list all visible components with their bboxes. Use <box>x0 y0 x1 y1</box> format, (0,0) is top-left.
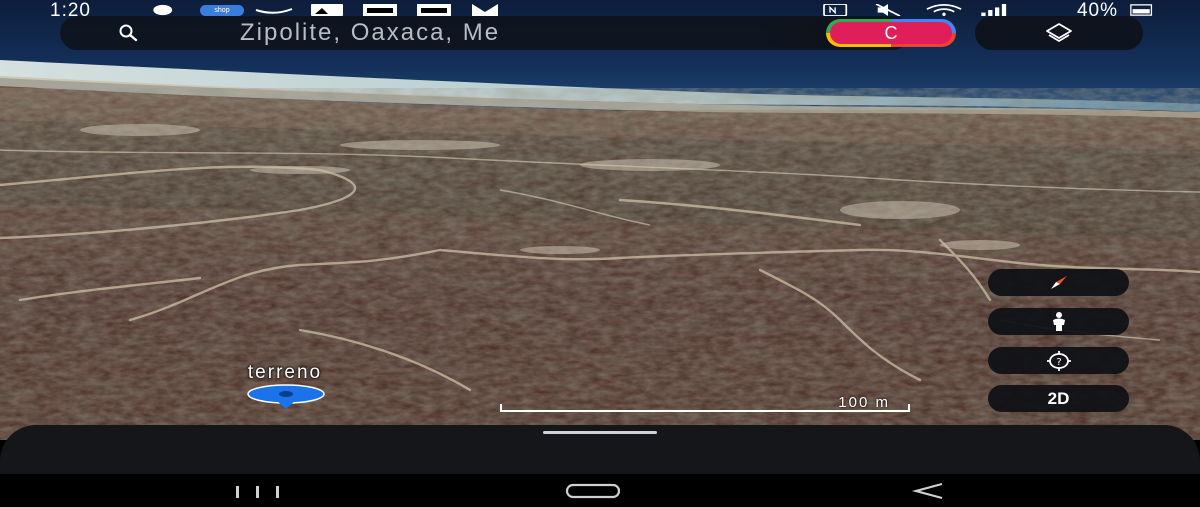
sheet-drag-handle[interactable] <box>543 431 657 434</box>
search-fade <box>760 18 830 48</box>
compass-icon <box>1051 276 1067 289</box>
scale-bar: 100 m <box>500 394 930 420</box>
pegman-icon <box>1053 312 1065 331</box>
map-pin-icon[interactable] <box>246 384 326 410</box>
calendar-notification-icon <box>363 4 397 16</box>
svg-text:?: ? <box>1056 357 1061 368</box>
wifi-icon <box>926 4 962 16</box>
compass-button[interactable] <box>988 269 1129 296</box>
calendar-notification-icon <box>417 4 451 16</box>
cell-signal-icon <box>981 4 1007 16</box>
status-time: 1:20 <box>50 0 91 21</box>
street-view-button[interactable] <box>988 308 1129 335</box>
account-avatar[interactable]: C <box>826 19 956 47</box>
shop-notification-icon: shop <box>200 5 244 16</box>
google-earth-screen: 1:20 shop 40% Zipolite, Oaxaca, Me C ter… <box>0 0 1200 507</box>
layers-icon <box>1046 23 1072 42</box>
chat-notification-icon <box>153 4 173 16</box>
my-location-icon: ? <box>1047 351 1071 371</box>
gallery-notification-icon <box>311 4 343 16</box>
battery-percentage: 40% <box>1076 0 1118 21</box>
bottom-sheet[interactable] <box>0 425 1200 480</box>
my-location-button[interactable]: ? <box>988 347 1129 374</box>
account-initial: C <box>830 22 952 44</box>
amazon-notification-icon <box>255 8 293 14</box>
gmail-notification-icon <box>472 4 498 16</box>
recents-icon[interactable] <box>232 482 286 500</box>
search-input[interactable] <box>240 20 800 46</box>
scale-label: 100 m <box>838 394 890 411</box>
home-icon[interactable] <box>564 482 622 500</box>
search-icon[interactable] <box>118 23 138 43</box>
place-label[interactable]: terreno <box>180 362 390 384</box>
view-mode-label: 2D <box>1047 389 1070 408</box>
system-nav-bar <box>0 474 1200 507</box>
mute-icon <box>875 4 901 16</box>
battery-icon <box>1130 4 1153 16</box>
view-2d-button[interactable]: 2D <box>988 385 1129 412</box>
nfc-icon <box>823 4 848 16</box>
scale-tick <box>908 404 910 412</box>
scale-tick <box>500 404 502 412</box>
status-bar: 1:20 shop 40% <box>0 0 1200 22</box>
back-icon[interactable] <box>908 482 948 500</box>
